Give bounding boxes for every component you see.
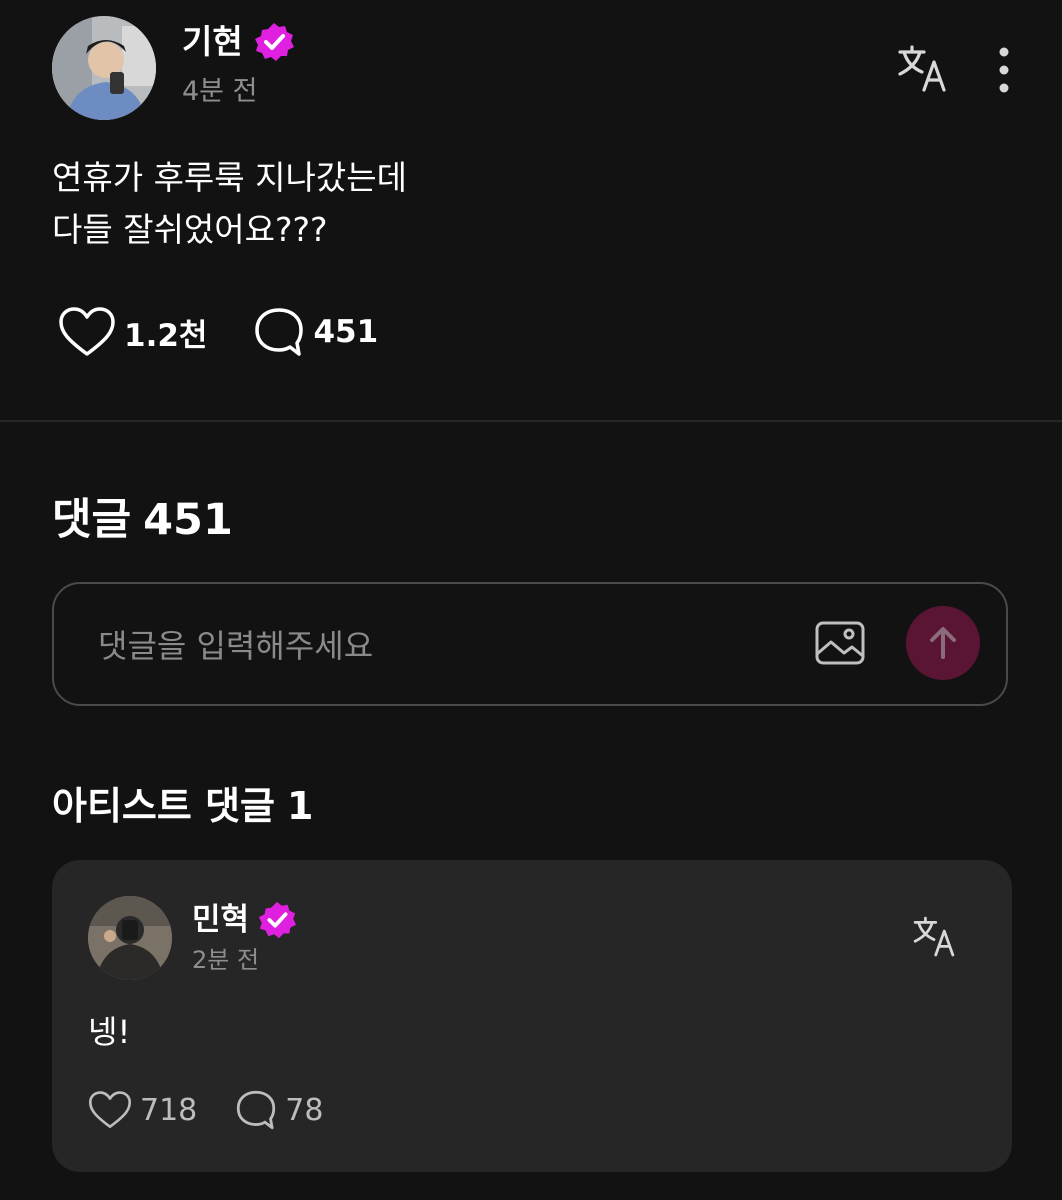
image-icon [815, 621, 865, 665]
comment-bubble-icon [255, 308, 304, 356]
comment-reply-button[interactable]: 78 [235, 1089, 323, 1131]
comment-input[interactable] [96, 618, 780, 674]
comment-like-count: 718 [140, 1092, 198, 1128]
more-options-button[interactable] [984, 44, 1024, 96]
comment-body: 넹! [88, 1013, 131, 1051]
comment-reply-count: 78 [285, 1092, 324, 1128]
commenter-avatar[interactable] [88, 896, 172, 980]
translate-button[interactable] [894, 44, 950, 94]
verified-badge-icon [258, 901, 297, 939]
attach-image-button[interactable] [814, 618, 866, 670]
post-body: 연휴가 후루룩 지나갔는데 다들 잘쉬었어요??? [52, 152, 407, 256]
post-detail-page: 기현 4분 전 연휴가 후루룩 지나갔는데 다들 잘쉬었어요??? 1.2천 4… [0, 0, 1062, 1200]
post-body-line: 연휴가 후루룩 지나갔는데 [52, 158, 407, 197]
comment-translate-button[interactable] [910, 914, 958, 960]
author-name[interactable]: 기현 [182, 20, 243, 64]
verified-badge-icon [254, 23, 294, 61]
post-timestamp: 4분 전 [182, 76, 258, 107]
like-count: 1.2천 [124, 317, 208, 354]
comment-actions: 718 78 [88, 1086, 323, 1134]
translate-icon [898, 45, 946, 92]
comment-timestamp: 2분 전 [192, 946, 260, 974]
comment-composer [52, 582, 1008, 706]
heart-icon [59, 307, 115, 356]
like-button[interactable]: 1.2천 [58, 306, 207, 358]
author-name-row: 기현 [182, 20, 295, 64]
artist-comments-heading: 아티스트 댓글 1 [52, 776, 313, 836]
send-comment-button[interactable] [906, 606, 980, 680]
artist-comments-heading-label: 아티스트 댓글 [52, 784, 275, 828]
commenter-name-row: 민혁 [192, 898, 297, 942]
author-avatar[interactable] [52, 16, 156, 120]
translate-icon [913, 916, 955, 957]
section-divider [0, 420, 1062, 422]
post-actions: 1.2천 451 [58, 302, 378, 362]
post-body-line: 다들 잘쉬었어요??? [52, 210, 328, 249]
comment-like-button[interactable]: 718 [88, 1090, 197, 1130]
comments-heading-label: 댓글 [52, 495, 132, 545]
artist-comments-heading-count: 1 [287, 784, 314, 828]
author-photo [52, 16, 156, 120]
commenter-photo [88, 896, 172, 980]
more-vertical-icon [999, 47, 1009, 93]
artist-comment-card[interactable]: 민혁 2분 전 넹! 718 78 [52, 860, 1012, 1172]
comments-heading: 댓글 451 [52, 490, 233, 550]
commenter-name[interactable]: 민혁 [192, 898, 249, 942]
comment-button[interactable]: 451 [253, 306, 378, 358]
arrow-up-icon [930, 627, 956, 659]
comments-heading-count: 451 [143, 495, 233, 545]
comment-count: 451 [313, 314, 379, 350]
comment-bubble-icon [237, 1090, 276, 1130]
heart-icon [88, 1091, 132, 1129]
